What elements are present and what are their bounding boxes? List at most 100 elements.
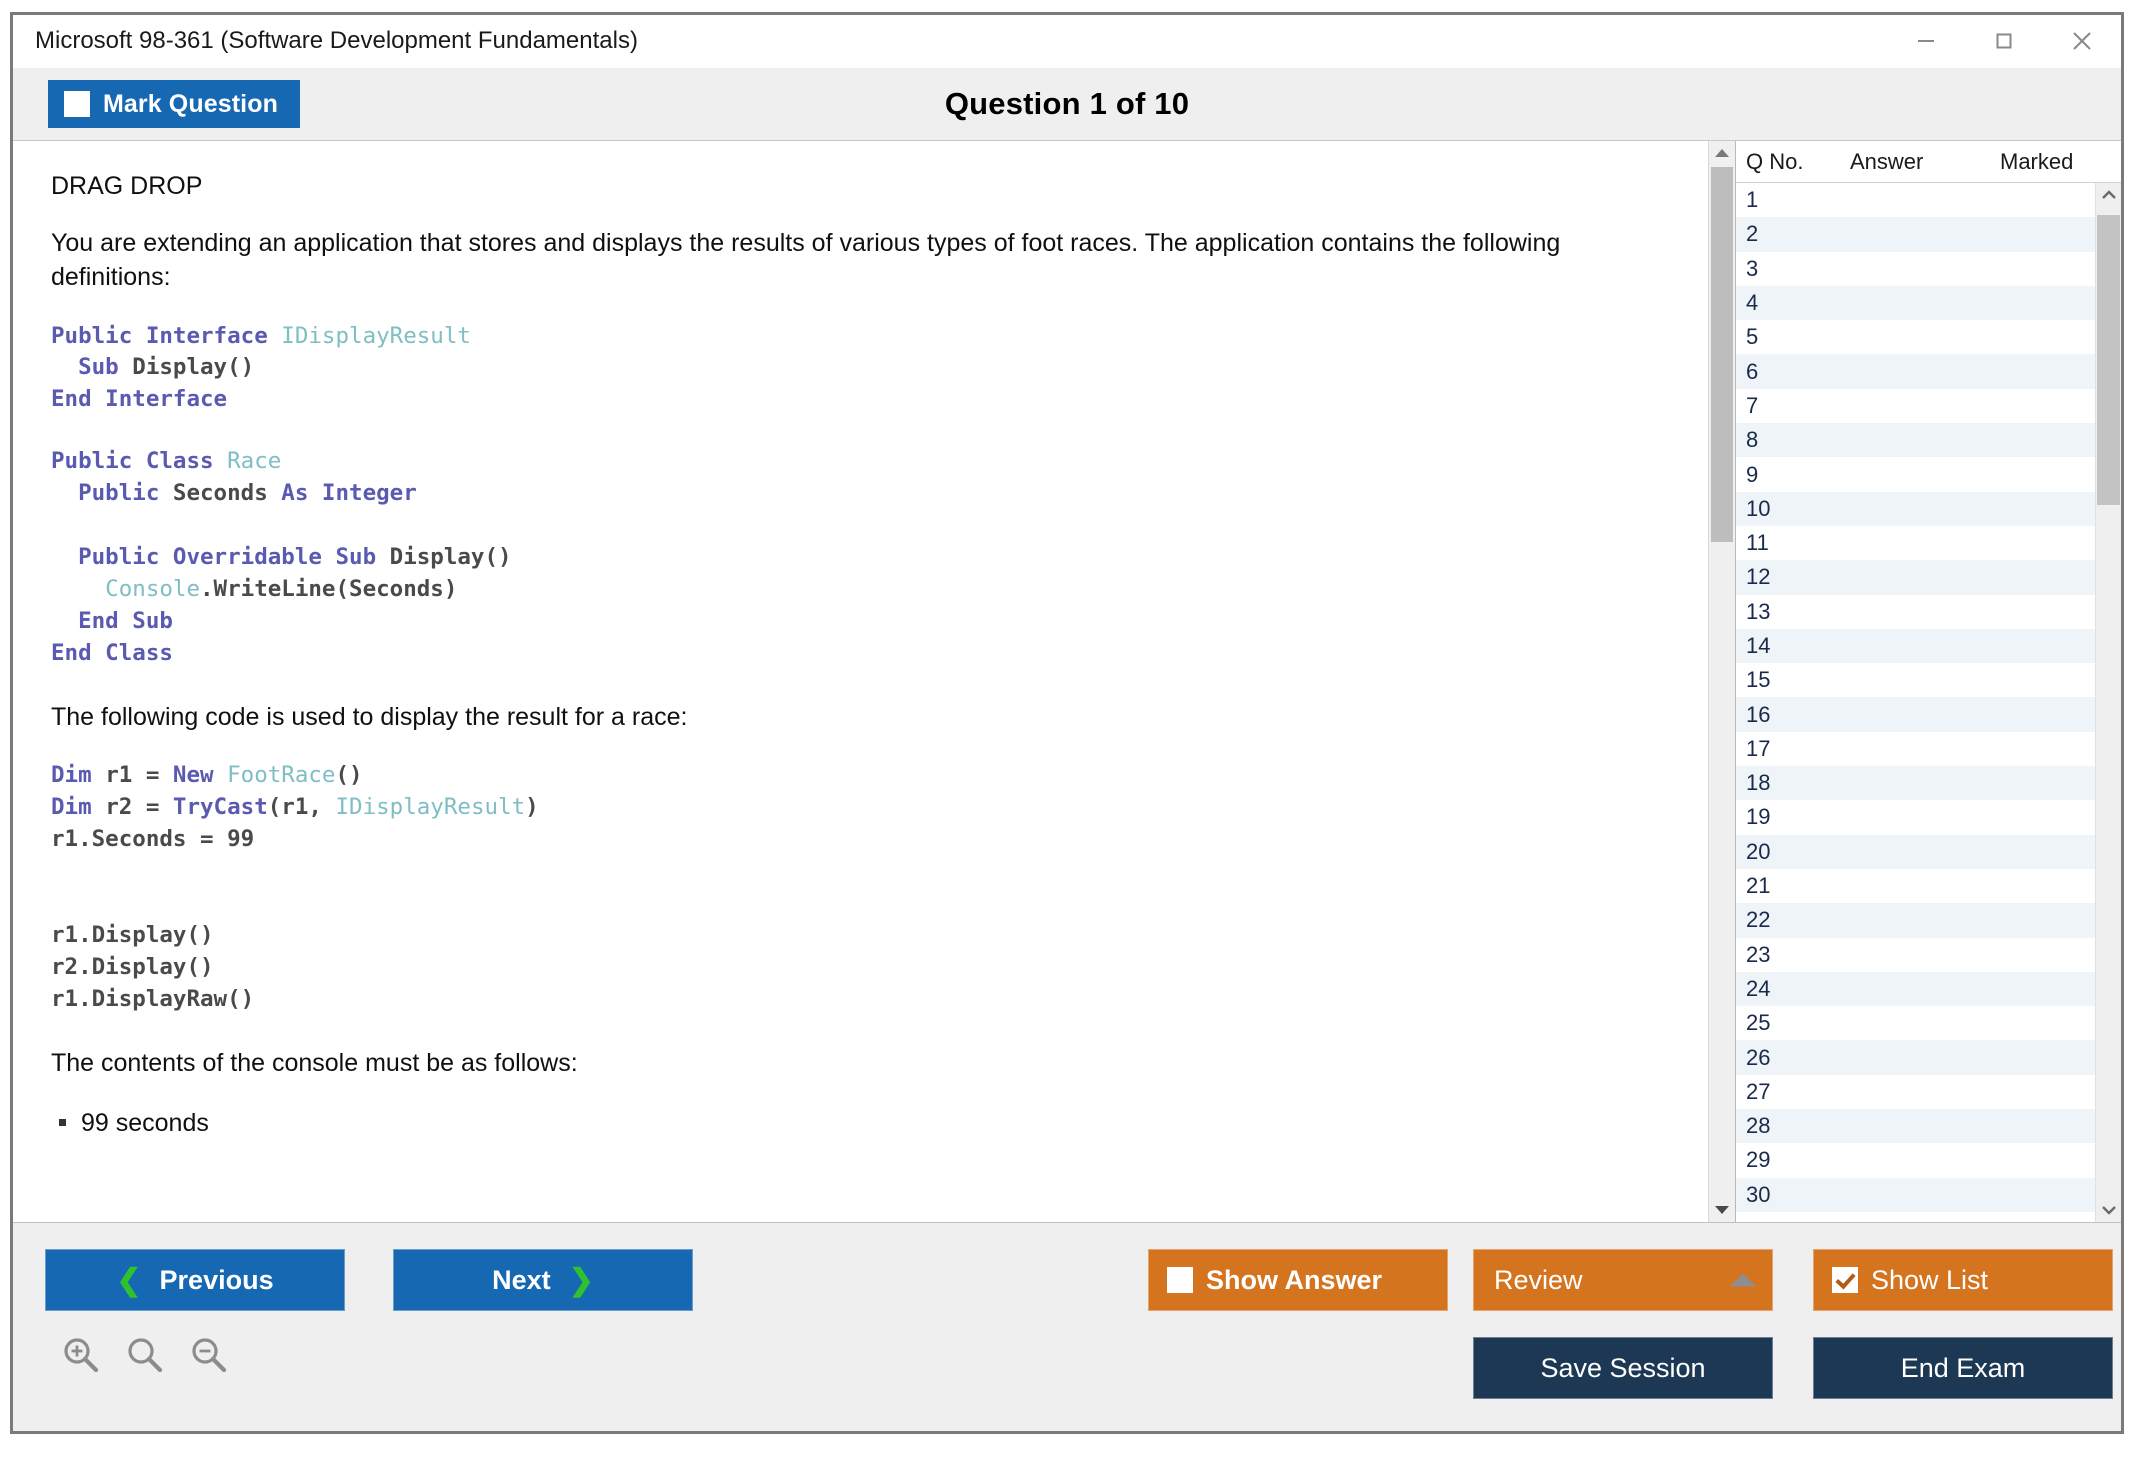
show-answer-button[interactable]: Show Answer [1148,1249,1448,1311]
exam-header-bar: Mark Question Question 1 of 10 [13,68,2121,140]
code-block-interface: Public Interface IDisplayResult Sub Disp… [51,321,1672,417]
end-exam-label: End Exam [1901,1353,2026,1384]
cell-qno: 9 [1746,462,1843,488]
cell-qno: 3 [1746,256,1843,282]
next-button-label: Next [492,1265,551,1296]
show-answer-label: Show Answer [1206,1265,1382,1296]
previous-button-label: Previous [160,1265,274,1296]
cell-qno: 27 [1746,1079,1843,1105]
cell-qno: 21 [1746,873,1843,899]
table-row[interactable]: 13 [1736,595,2095,629]
table-row[interactable]: 29 [1736,1143,2095,1177]
cell-qno: 2 [1746,221,1843,247]
table-row[interactable]: 4 [1736,286,2095,320]
table-row[interactable]: 6 [1736,354,2095,388]
maximize-button[interactable] [1965,15,2043,67]
cell-qno: 18 [1746,770,1843,796]
table-row[interactable]: 22 [1736,903,2095,937]
show-list-checkbox-icon[interactable] [1832,1267,1858,1293]
table-row[interactable]: 12 [1736,560,2095,594]
table-row[interactable]: 1 [1736,183,2095,217]
scroll-up-button[interactable] [1709,141,1735,165]
cell-qno: 16 [1746,702,1843,728]
table-row[interactable]: 21 [1736,869,2095,903]
table-row[interactable]: 25 [1736,1006,2095,1040]
cell-qno: 26 [1746,1045,1843,1071]
mark-question-button[interactable]: Mark Question [48,80,300,128]
question-counter: Question 1 of 10 [13,86,2121,122]
question-list: 1234567891011121314151617181920212223242… [1736,183,2095,1222]
scroll-down-button[interactable] [1709,1198,1735,1222]
zoom-out-icon[interactable] [189,1335,229,1380]
table-row[interactable]: 30 [1736,1178,2095,1212]
content-scrollbar[interactable] [1708,141,1735,1222]
cell-qno: 14 [1746,633,1843,659]
console-requirement-text: The contents of the console must be as f… [51,1046,1672,1081]
caret-up-icon [1730,1274,1756,1287]
table-row[interactable]: 28 [1736,1109,2095,1143]
qlist-scrollbar-thumb[interactable] [2097,215,2120,505]
question-list-panel: Q No. Answer Marked 12345678910111213141… [1735,141,2121,1222]
cell-qno: 23 [1746,942,1843,968]
table-row[interactable]: 3 [1736,252,2095,286]
previous-button[interactable]: ❮ Previous [45,1249,345,1311]
show-list-button[interactable]: Show List [1813,1249,2113,1311]
cell-qno: 25 [1746,1010,1843,1036]
table-row[interactable]: 7 [1736,389,2095,423]
cell-qno: 28 [1746,1113,1843,1139]
question-content-pane: DRAG DROP You are extending an applicati… [13,141,1708,1222]
table-row[interactable]: 11 [1736,526,2095,560]
table-row[interactable]: 9 [1736,457,2095,491]
table-row[interactable]: 27 [1736,1075,2095,1109]
column-header-marked: Marked [2000,149,2120,175]
chevron-right-icon: ❯ [569,1263,594,1298]
cell-qno: 8 [1746,427,1843,453]
table-row[interactable]: 2 [1736,217,2095,251]
close-icon [2067,26,2097,56]
list-item: 99 seconds [81,1106,1672,1141]
table-row[interactable]: 15 [1736,663,2095,697]
question-type-label: DRAG DROP [51,169,1672,204]
close-button[interactable] [2043,15,2121,67]
chevron-up-icon [2100,189,2118,201]
show-answer-checkbox-icon[interactable] [1167,1267,1193,1293]
show-list-label: Show List [1871,1265,1988,1296]
cell-qno: 24 [1746,976,1843,1002]
cell-qno: 6 [1746,359,1843,385]
table-row[interactable]: 16 [1736,697,2095,731]
cell-qno: 7 [1746,393,1843,419]
question-content: DRAG DROP You are extending an applicati… [13,141,1708,1159]
exam-window: Microsoft 98-361 (Software Development F… [10,12,2124,1434]
cell-qno: 19 [1746,804,1843,830]
review-dropdown-button[interactable]: Review [1473,1249,1773,1311]
cell-qno: 17 [1746,736,1843,762]
zoom-reset-icon[interactable] [125,1335,165,1380]
title-bar: Microsoft 98-361 (Software Development F… [13,15,2121,68]
table-row[interactable]: 5 [1736,320,2095,354]
table-row[interactable]: 26 [1736,1040,2095,1074]
window-controls [1887,15,2121,67]
table-row[interactable]: 8 [1736,423,2095,457]
table-row[interactable]: 23 [1736,938,2095,972]
qlist-scroll-down-button[interactable] [2096,1198,2121,1222]
table-row[interactable]: 24 [1736,972,2095,1006]
mark-question-label: Mark Question [103,90,278,119]
table-row[interactable]: 19 [1736,800,2095,834]
minimize-button[interactable] [1887,15,1965,67]
save-session-button[interactable]: Save Session [1473,1337,1773,1399]
exam-footer: ❮ Previous Next ❯ Show Answer Review Sho… [13,1222,2121,1431]
qlist-scroll-up-button[interactable] [2096,183,2121,207]
question-list-scrollbar[interactable] [2095,183,2121,1222]
mark-question-checkbox-icon[interactable] [64,91,90,117]
question-mid-text: The following code is used to display th… [51,700,1672,735]
table-row[interactable]: 17 [1736,732,2095,766]
next-button[interactable]: Next ❯ [393,1249,693,1311]
zoom-in-icon[interactable] [61,1335,101,1380]
content-scrollbar-thumb[interactable] [1711,167,1733,542]
table-row[interactable]: 14 [1736,629,2095,663]
table-row[interactable]: 18 [1736,766,2095,800]
question-intro-text: You are extending an application that st… [51,226,1672,295]
end-exam-button[interactable]: End Exam [1813,1337,2113,1399]
table-row[interactable]: 20 [1736,835,2095,869]
table-row[interactable]: 10 [1736,492,2095,526]
